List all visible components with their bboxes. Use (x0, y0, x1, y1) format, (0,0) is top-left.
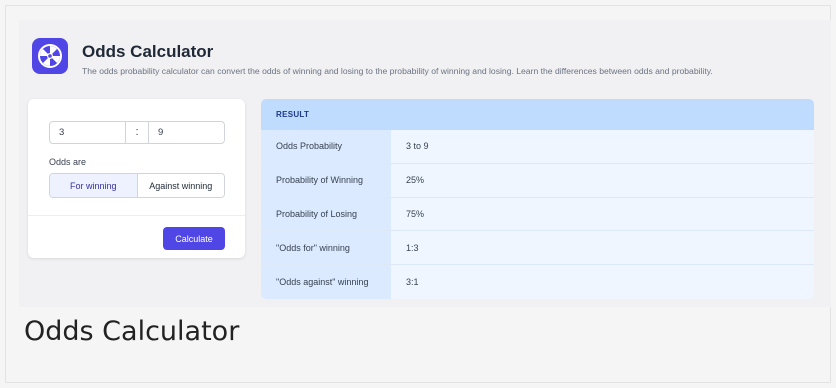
footer-title: Odds Calculator (24, 316, 240, 347)
against-winning-button[interactable]: Against winning (137, 174, 224, 197)
for-winning-button[interactable]: For winning (50, 174, 138, 197)
result-table: RESULT Odds Probability 3 to 9 Probabili… (261, 99, 814, 299)
result-row: Odds Probability 3 to 9 (261, 130, 814, 164)
wheel-icon (38, 44, 62, 68)
result-label: Odds Probability (261, 130, 391, 163)
odds-right-input[interactable]: 9 (148, 121, 225, 144)
form-divider (28, 215, 245, 216)
page-description: The odds probability calculator can conv… (82, 66, 713, 76)
result-value: 3:1 (406, 277, 419, 288)
odds-type-toggle: For winning Against winning (49, 173, 225, 198)
odds-left-input[interactable]: 3 (49, 121, 126, 144)
result-value: 3 to 9 (406, 141, 429, 152)
result-value: 1:3 (406, 242, 419, 253)
result-row: "Odds for" winning 1:3 (261, 231, 814, 266)
result-row: "Odds against" winning 3:1 (261, 265, 814, 299)
result-value: 25% (406, 175, 425, 186)
page-title: Odds Calculator (82, 42, 214, 61)
result-value: 75% (406, 208, 425, 219)
result-label: "Odds for" winning (261, 231, 391, 265)
result-header: RESULT (261, 99, 814, 130)
result-row: Probability of Winning 25% (261, 163, 814, 198)
result-row: Probability of Losing 75% (261, 197, 814, 232)
calculate-button[interactable]: Calculate (163, 227, 225, 250)
odds-separator: : (126, 121, 148, 144)
odds-are-label: Odds are (49, 157, 87, 167)
app-logo (32, 38, 68, 74)
result-label: Probability of Losing (261, 197, 391, 231)
result-label: Probability of Winning (261, 163, 391, 197)
result-label: "Odds against" winning (261, 265, 391, 299)
odds-form: 3 : 9 Odds are For winning Against winni… (28, 99, 245, 258)
